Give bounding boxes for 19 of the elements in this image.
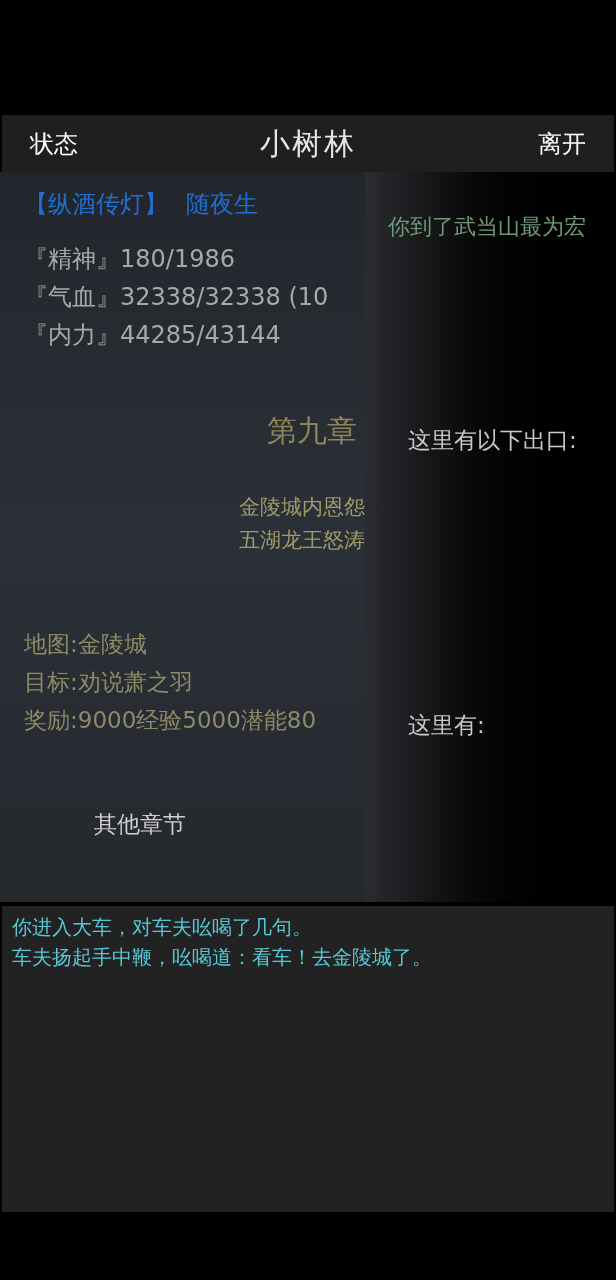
log-line: 你进入大车，对车夫吆喝了几句。 bbox=[12, 914, 313, 941]
here-label: 这里有: bbox=[408, 710, 486, 740]
title-tag: 【纵酒传灯】 bbox=[24, 186, 168, 222]
other-chapters-button[interactable]: 其他章节 bbox=[94, 807, 186, 842]
stat-line: 『内力』44285/43144 bbox=[24, 320, 282, 351]
log-line: 车夫扬起手中鞭，吆喝道：看车！去金陵城了。 bbox=[12, 944, 433, 971]
status-button[interactable]: 状态 bbox=[30, 125, 78, 162]
chapter-detail-line: 奖励:9000经验5000潜能80 bbox=[24, 706, 318, 735]
room-description: 你到了武当山最为宏 bbox=[388, 213, 587, 241]
stat-line: 『精神』180/1986 bbox=[24, 244, 236, 275]
chapter-title: 第九章 bbox=[267, 412, 357, 450]
chapter-detail-line: 目标:劝说萧之羽 bbox=[24, 668, 194, 697]
chapter-detail-line: 地图:金陵城 bbox=[24, 630, 148, 659]
chapter-summary-line: 金陵城内恩怨 bbox=[239, 494, 365, 521]
chapter-summary-line: 五湖龙王怒涛 bbox=[239, 527, 365, 554]
leave-button[interactable]: 离开 bbox=[538, 125, 586, 162]
exits-label: 这里有以下出口: bbox=[408, 426, 578, 455]
stat-line: 『气血』32338/32338 (10 bbox=[24, 282, 330, 313]
location-title: 小树林 bbox=[260, 125, 356, 163]
